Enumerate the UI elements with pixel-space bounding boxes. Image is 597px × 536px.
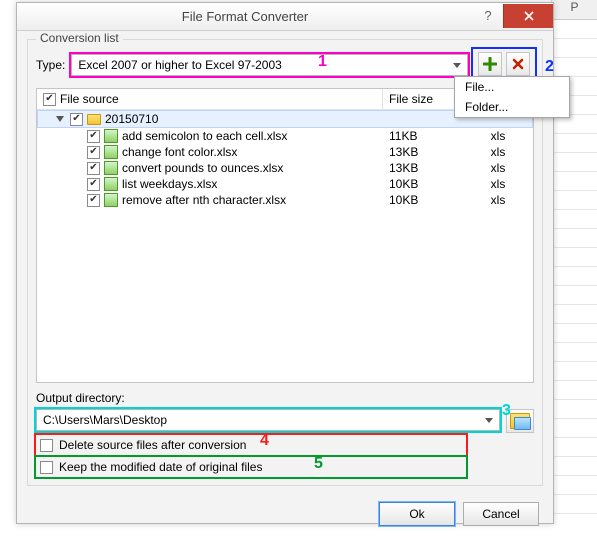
header-source: File source: [60, 92, 119, 106]
tree-file-row[interactable]: list weekdays.xlsx 10KB xls: [37, 176, 533, 192]
ok-button[interactable]: Ok: [379, 502, 455, 526]
x-icon: [512, 58, 524, 70]
checkbox[interactable]: [40, 439, 53, 452]
file-name: list weekdays.xlsx: [122, 177, 217, 191]
header-checkbox[interactable]: [43, 93, 56, 106]
tree-file-row[interactable]: change font color.xlsx 13KB xls: [37, 144, 533, 160]
row-checkbox[interactable]: [87, 130, 100, 143]
type-label: Type:: [36, 58, 65, 72]
folder-icon: [87, 114, 101, 125]
output-directory-dropdown[interactable]: C:\Users\Mars\Desktop: [36, 409, 500, 431]
help-button[interactable]: ?: [473, 5, 503, 27]
row-checkbox[interactable]: [87, 146, 100, 159]
cancel-button[interactable]: Cancel: [463, 502, 539, 526]
plus-icon: [483, 57, 497, 71]
keepdate-label: Keep the modified date of original files: [59, 460, 262, 474]
type-value: Excel 2007 or higher to Excel 97-2003: [78, 58, 281, 72]
remove-button[interactable]: [506, 52, 530, 76]
row-checkbox[interactable]: [87, 162, 100, 175]
window-title: File Format Converter: [17, 9, 473, 24]
excel-icon: [104, 129, 118, 143]
browse-button[interactable]: [506, 409, 534, 433]
excel-icon: [104, 145, 118, 159]
file-output: xls: [463, 145, 533, 159]
chevron-down-icon: [485, 418, 493, 423]
checkbox[interactable]: [40, 461, 53, 474]
output-path: C:\Users\Mars\Desktop: [43, 413, 167, 427]
menu-item-file[interactable]: File...: [455, 77, 569, 97]
folder-name: 20150710: [105, 112, 158, 126]
add-button[interactable]: [478, 52, 502, 76]
column-header-p: P: [552, 0, 597, 20]
tree-file-row[interactable]: add semicolon to each cell.xlsx 11KB xls: [37, 128, 533, 144]
row-checkbox[interactable]: [87, 194, 100, 207]
excel-icon: [104, 177, 118, 191]
file-output: xls: [463, 193, 533, 207]
file-tree[interactable]: File source File size Out 20150710: [36, 88, 534, 383]
delete-label: Delete source files after conversion: [59, 438, 246, 452]
excel-icon: [104, 193, 118, 207]
keep-date-option[interactable]: Keep the modified date of original files: [36, 457, 466, 477]
row-checkbox[interactable]: [87, 178, 100, 191]
file-output: xls: [463, 177, 533, 191]
file-output: xls: [463, 161, 533, 175]
file-output: xls: [463, 129, 533, 143]
file-name: convert pounds to ounces.xlsx: [122, 161, 283, 175]
close-button[interactable]: [503, 4, 553, 28]
file-name: add semicolon to each cell.xlsx: [122, 129, 287, 143]
file-size: 13KB: [383, 161, 463, 175]
expand-icon[interactable]: [56, 116, 64, 122]
output-label: Output directory:: [36, 391, 534, 405]
tree-file-row[interactable]: convert pounds to ounces.xlsx 13KB xls: [37, 160, 533, 176]
file-size: 10KB: [383, 193, 463, 207]
chevron-down-icon: [453, 63, 461, 68]
file-name: change font color.xlsx: [122, 145, 237, 159]
file-size: 11KB: [383, 129, 463, 143]
type-dropdown[interactable]: Excel 2007 or higher to Excel 97-2003: [71, 54, 468, 76]
row-checkbox[interactable]: [70, 113, 83, 126]
excel-icon: [104, 161, 118, 175]
menu-item-folder[interactable]: Folder...: [455, 97, 569, 117]
tree-file-row[interactable]: remove after nth character.xlsx 10KB xls: [37, 192, 533, 208]
folder-open-icon: [510, 413, 530, 429]
header-size: File size: [383, 89, 463, 109]
file-size: 13KB: [383, 145, 463, 159]
group-title: Conversion list: [36, 31, 123, 45]
file-name: remove after nth character.xlsx: [122, 193, 286, 207]
titlebar: File Format Converter ?: [17, 3, 553, 31]
delete-source-option[interactable]: Delete source files after conversion: [36, 435, 466, 455]
add-dropdown-menu: File... Folder...: [454, 76, 570, 118]
file-size: 10KB: [383, 177, 463, 191]
